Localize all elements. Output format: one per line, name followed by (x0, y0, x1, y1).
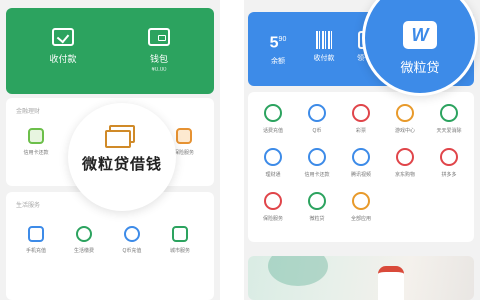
pay-receive-button[interactable]: 收付款 (28, 28, 98, 65)
pay-receive-label: 收付款 (313, 55, 335, 62)
product-bottle-image (378, 266, 404, 300)
wallet-green-panel: 收付款 钱包 ¥0.00 (6, 8, 214, 94)
service-item[interactable]: 彩票 (340, 104, 382, 134)
left-phone-screen: 收付款 钱包 ¥0.00 金融理财 信用卡还款 保险服务 生活服务 手机充值 生… (0, 0, 220, 300)
service-label: 全部应用 (350, 216, 371, 222)
service-label: 天天爱消除 (436, 128, 462, 134)
pay-receive-label: 收付款 (49, 54, 77, 64)
magnified-weilidai-loan[interactable]: 微粒贷借钱 (68, 103, 176, 211)
service-item[interactable]: 理财通 (252, 148, 294, 178)
service-label: 信用卡还款 (304, 172, 330, 178)
service-item[interactable]: 京东购物 (384, 148, 426, 178)
q-coin-item[interactable]: Q币充值 (110, 226, 154, 254)
phone-icon (28, 226, 44, 242)
city-services-item[interactable]: 城市服务 (158, 226, 202, 254)
service-item[interactable]: 游戏中心 (384, 104, 426, 134)
service-item[interactable]: 腾讯视频 (340, 148, 382, 178)
service-icon (264, 148, 282, 166)
utility-icon (76, 226, 92, 242)
finance-section-title: 金融理财 (16, 109, 41, 115)
balance-value: 590 (269, 34, 287, 52)
service-icon (440, 104, 458, 122)
q-coin-icon (124, 226, 140, 242)
service-item[interactable]: 保险服务 (252, 192, 294, 222)
balance-label: 余额 (271, 58, 285, 66)
service-item[interactable]: 信用卡还款 (296, 148, 338, 178)
q-coin-label: Q币充值 (122, 248, 142, 254)
service-icon (352, 104, 370, 122)
service-item[interactable]: 话费充值 (252, 104, 294, 134)
service-item[interactable]: 天天爱消除 (428, 104, 470, 134)
utility-bills-item[interactable]: 生活缴费 (62, 226, 106, 254)
service-label: 微粒贷 (309, 216, 325, 222)
service-icon (308, 192, 326, 210)
service-icon (352, 148, 370, 166)
wallet-icon (148, 28, 170, 46)
weilidai-logo-icon: W (403, 21, 437, 49)
magnified-label: 微粒贷 (400, 60, 440, 75)
city-services-label: 城市服务 (169, 248, 190, 254)
wallet-label: 钱包 (149, 54, 168, 64)
service-label: 话费充值 (262, 128, 283, 134)
pay-receive-button[interactable]: 收付款 (304, 30, 344, 63)
leaf-decoration (268, 256, 328, 286)
service-icon (440, 148, 458, 166)
service-label: 彩票 (355, 128, 366, 134)
mobile-topup-item[interactable]: 手机充值 (14, 226, 58, 254)
service-label: 理财通 (265, 172, 281, 178)
service-label: 腾讯视频 (350, 172, 371, 178)
promo-banner[interactable] (248, 256, 474, 300)
credit-card-label: 信用卡还款 (23, 150, 49, 156)
wallet-button[interactable]: 钱包 ¥0.00 (124, 28, 194, 73)
cash-notes-icon (105, 125, 135, 148)
service-icon (396, 104, 414, 122)
mobile-topup-label: 手机充值 (25, 248, 46, 254)
life-section-title: 生活服务 (16, 203, 41, 209)
service-icon (308, 148, 326, 166)
service-item[interactable]: Q币 (296, 104, 338, 134)
credit-card-icon (28, 128, 44, 144)
service-label: 京东购物 (394, 172, 415, 178)
insurance-icon (176, 128, 192, 144)
service-item[interactable]: 全部应用 (340, 192, 382, 222)
barcode-icon (316, 31, 332, 49)
city-icon (172, 226, 188, 242)
wallet-amount: ¥0.00 (151, 67, 167, 73)
service-icon (308, 104, 326, 122)
credit-card-repay-item[interactable]: 信用卡还款 (14, 128, 58, 156)
service-item[interactable]: 拼多多 (428, 148, 470, 178)
service-label: 拼多多 (441, 172, 457, 178)
services-grid: 话费充值 Q币 彩票 游戏中心 天天爱消除理财通 信用卡还款 腾讯视频 京东购物 拼多多保险服务… (248, 92, 474, 242)
balance-item[interactable]: 590 余额 (258, 30, 298, 66)
service-icon (264, 192, 282, 210)
service-icon (352, 192, 370, 210)
service-label: Q币 (312, 128, 322, 134)
service-icon (264, 104, 282, 122)
utility-bills-label: 生活缴费 (73, 248, 94, 254)
magnified-label: 微粒贷借钱 (81, 156, 162, 173)
service-item[interactable]: 微粒贷 (296, 192, 338, 222)
service-label: 游戏中心 (394, 128, 415, 134)
service-label: 保险服务 (262, 216, 283, 222)
service-icon (396, 148, 414, 166)
scan-pay-icon (52, 28, 74, 46)
